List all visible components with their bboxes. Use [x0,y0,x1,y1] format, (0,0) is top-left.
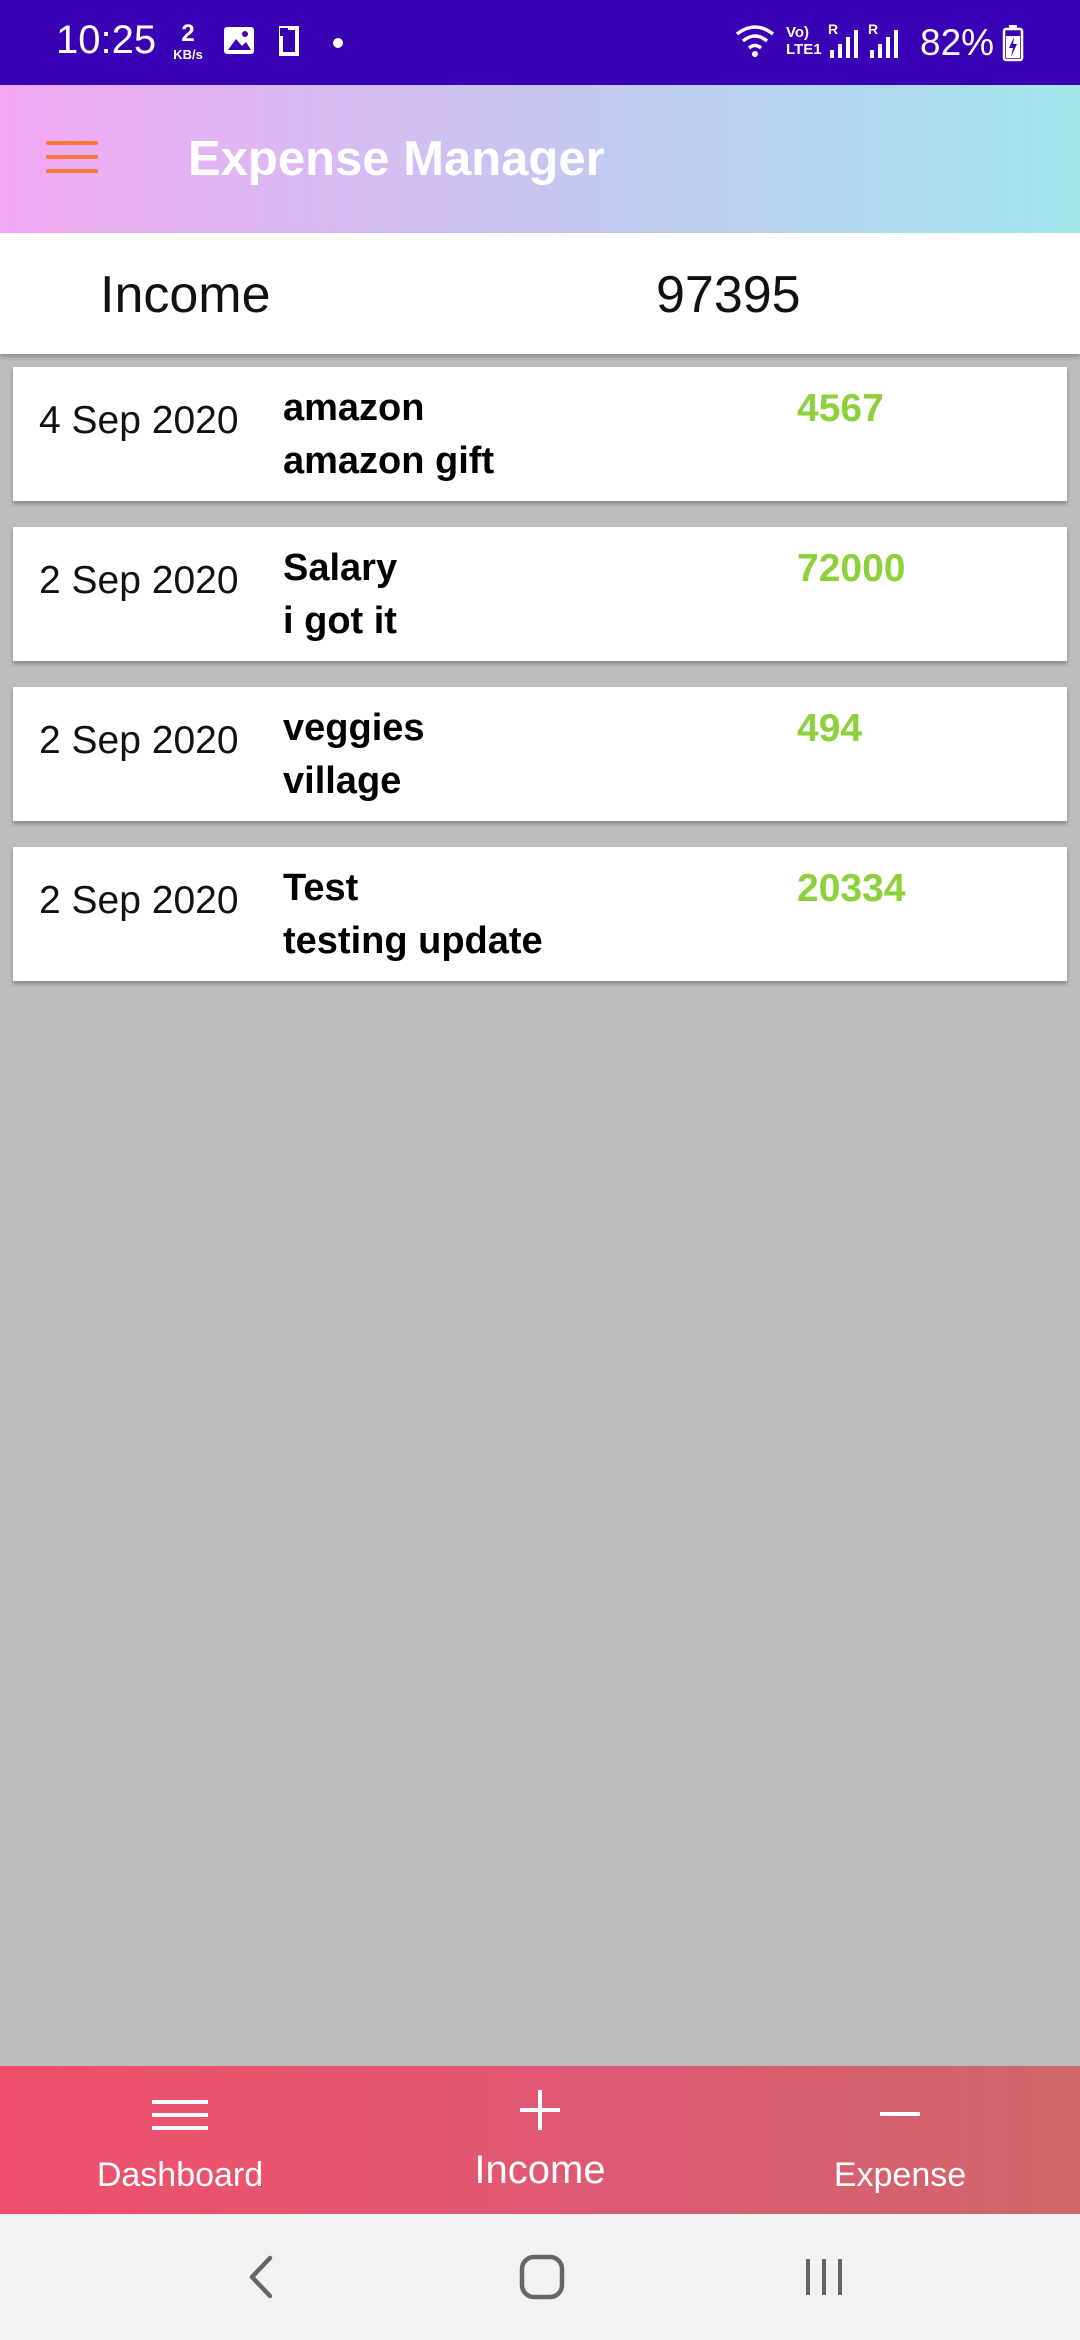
minus-icon [720,2088,1080,2138]
page-title: Expense Manager [188,132,605,186]
item-description: village [283,760,402,802]
item-title: veggies [283,707,425,749]
nav-expense-label: Expense [833,2156,967,2194]
home-button[interactable] [482,2214,602,2340]
summary-total: 97395 [656,266,801,324]
item-date: 2 Sep 2020 [39,879,239,922]
item-title: Salary [283,547,398,589]
item-description: i got it [283,600,397,642]
list-item[interactable]: 2 Sep 2020 Test testing update 20334 [13,847,1067,981]
status-bar: 10:25 2 KB/s Vo) LTE1 R R 82% [0,0,1080,85]
battery-percent: 82% [920,22,995,63]
wifi-icon [734,22,776,65]
signal-icon: R [826,21,864,67]
nav-dashboard-button[interactable]: Dashboard [0,2066,360,2214]
item-date: 4 Sep 2020 [39,399,239,442]
status-time: 10:25 [56,18,157,62]
data-speed-unit: KB/s [173,47,203,62]
data-speed-value: 2 [181,20,195,47]
nav-dashboard-label: Dashboard [96,2156,264,2194]
item-date: 2 Sep 2020 [39,719,239,762]
battery-charging-icon [1002,24,1024,67]
lte-label: LTE1 [786,41,822,58]
list-item[interactable]: 4 Sep 2020 amazon amazon gift 4567 [13,367,1067,501]
dot-icon [332,36,344,54]
recents-icon [806,2259,842,2295]
nav-income-button[interactable]: Income [360,2066,720,2214]
signal-icon: R [866,21,904,67]
volte-label: Vo) [786,24,810,41]
item-amount: 20334 [797,867,906,910]
item-amount: 4567 [797,387,884,430]
network-labels: Vo) LTE1 [786,24,822,58]
home-icon [519,2254,565,2300]
list-item[interactable]: 2 Sep 2020 Salary i got it 72000 [13,527,1067,661]
system-nav-bar [0,2214,1080,2340]
summary-label: Income [100,266,271,324]
income-summary: Income 97395 [0,233,1080,354]
app-bar: Expense Manager [0,85,1080,233]
svg-text:R: R [868,22,878,37]
list-item[interactable]: 2 Sep 2020 veggies village 494 [13,687,1067,821]
back-icon [249,2255,273,2299]
app-icon [276,24,302,63]
gallery-icon [222,24,256,63]
item-description: testing update [283,920,543,962]
nav-income-label: Income [474,2148,606,2192]
menu-lines-icon [0,2088,360,2138]
item-description: amazon gift [283,440,495,482]
item-title: Test [283,867,359,909]
item-amount: 72000 [797,547,906,590]
recents-button[interactable] [764,2214,884,2340]
item-amount: 494 [797,707,863,750]
item-title: amazon [283,387,425,429]
svg-text:R: R [828,22,838,37]
item-date: 2 Sep 2020 [39,559,239,602]
data-speed: 2 KB/s [168,20,208,62]
hamburger-menu-icon[interactable] [46,137,98,177]
back-button[interactable] [200,2214,320,2340]
bottom-nav: Dashboard Income Expense [0,2066,1080,2214]
nav-expense-button[interactable]: Expense [720,2066,1080,2214]
income-list: 4 Sep 2020 amazon amazon gift 4567 2 Sep… [13,367,1067,1007]
plus-icon [360,2088,720,2138]
